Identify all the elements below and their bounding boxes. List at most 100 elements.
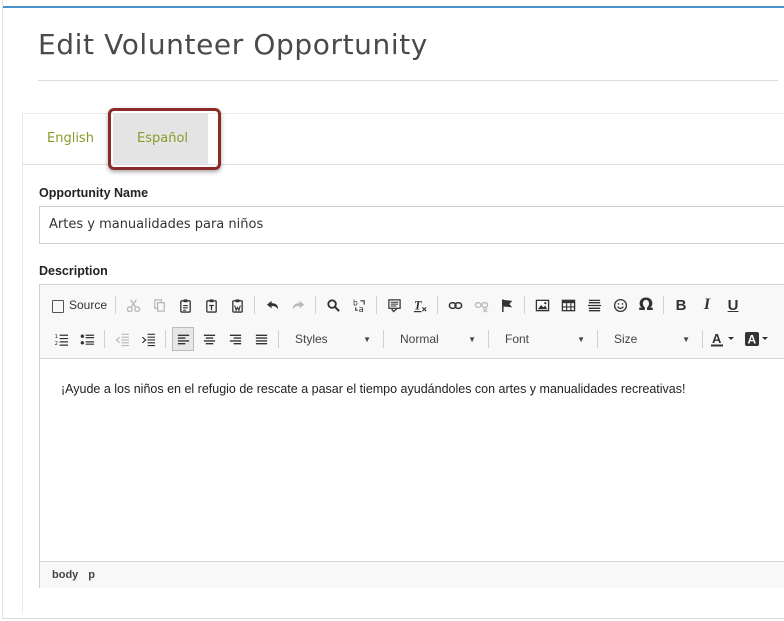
svg-text:T: T — [413, 298, 421, 312]
page-title: Edit Volunteer Opportunity — [38, 28, 428, 61]
table-icon — [561, 299, 575, 311]
flag-icon — [501, 298, 512, 312]
copy-button[interactable] — [148, 293, 170, 317]
element-path-body[interactable]: body — [52, 569, 78, 581]
chevron-down-icon: ▼ — [363, 334, 371, 344]
unlink-icon — [474, 301, 488, 312]
find-button[interactable] — [322, 293, 344, 317]
horizontal-rule-icon — [587, 299, 601, 311]
unlink-button[interactable] — [470, 293, 492, 317]
svg-text:1: 1 — [54, 334, 58, 340]
toolbar-separator — [254, 296, 256, 314]
search-icon — [326, 298, 340, 312]
text-color-icon: A — [711, 331, 734, 347]
clipboard-icon — [179, 298, 191, 313]
source-button-label: Source — [69, 298, 108, 312]
size-dropdown[interactable]: Size ▼ — [604, 327, 696, 351]
toolbar-separator — [115, 296, 117, 314]
replace-icon: ba — [352, 298, 365, 313]
toolbar-separator — [278, 330, 279, 348]
align-center-icon — [203, 334, 215, 344]
styles-dropdown-label: Styles — [295, 332, 328, 346]
bulleted-list-button[interactable] — [76, 327, 98, 351]
paste-text-icon — [205, 298, 217, 313]
paste-word-button[interactable] — [226, 293, 248, 317]
opportunity-name-input[interactable]: Artes y manualidades para niños — [39, 206, 784, 244]
spellcheck-button[interactable] — [383, 293, 405, 317]
bold-button[interactable]: B — [670, 293, 692, 317]
align-right-icon — [229, 334, 241, 344]
outdent-button[interactable] — [111, 327, 133, 351]
horizontal-rule-button[interactable] — [583, 293, 605, 317]
opportunity-name-label: Opportunity Name — [39, 186, 149, 200]
toolbar-separator — [315, 296, 317, 314]
chevron-down-icon: ▼ — [682, 334, 690, 344]
editor-toolbar: Source b a T Ω B I U 1 2 Styles ▼ Normal… — [40, 285, 784, 359]
justify-button[interactable] — [250, 327, 272, 351]
format-dropdown[interactable]: Normal ▼ — [390, 327, 482, 351]
source-icon — [52, 299, 64, 313]
tab-highlight-annotation — [108, 108, 221, 170]
element-path-p[interactable]: p — [88, 569, 95, 581]
align-right-button[interactable] — [224, 327, 246, 351]
outdent-icon — [114, 333, 129, 346]
svg-text:b: b — [352, 298, 357, 307]
justify-icon — [255, 334, 267, 344]
indent-icon — [141, 333, 155, 346]
editor-status-bar: body p — [40, 561, 784, 588]
toolbar-separator — [488, 330, 489, 348]
editor-content-area[interactable]: ¡Ayude a los niños en el refugio de resc… — [40, 360, 784, 560]
underline-button[interactable]: U — [722, 293, 744, 317]
description-label: Description — [39, 264, 108, 278]
image-button[interactable] — [531, 293, 553, 317]
svg-text:2: 2 — [54, 341, 58, 347]
anchor-button[interactable] — [496, 293, 518, 317]
background-color-button[interactable]: A — [743, 327, 773, 351]
cut-button[interactable] — [122, 293, 144, 317]
indent-button[interactable] — [137, 327, 159, 351]
toolbar-separator — [383, 330, 384, 348]
toolbar-row-1: Source b a T Ω B I U — [50, 292, 748, 318]
redo-icon — [292, 300, 304, 309]
text-color-button[interactable]: A — [709, 327, 739, 351]
remove-format-button[interactable]: T — [409, 293, 431, 317]
replace-button[interactable]: ba — [348, 293, 370, 317]
source-button[interactable]: Source — [50, 293, 109, 317]
image-icon — [535, 299, 549, 311]
toolbar-separator — [104, 330, 105, 348]
toolbar-separator — [597, 330, 598, 348]
redo-button[interactable] — [287, 293, 309, 317]
align-left-icon — [177, 334, 189, 344]
align-center-button[interactable] — [198, 327, 220, 351]
toolbar-row-2: 12 Styles ▼ Normal ▼ Font ▼ Size ▼ A A — [50, 326, 777, 352]
font-dropdown-label: Font — [505, 332, 530, 346]
table-button[interactable] — [557, 293, 579, 317]
paste-button[interactable] — [174, 293, 196, 317]
clear-format-icon: T — [413, 298, 427, 312]
italic-button[interactable]: I — [696, 293, 718, 317]
link-button[interactable] — [444, 293, 466, 317]
smiley-button[interactable] — [609, 293, 631, 317]
numbered-list-icon: 12 — [54, 334, 68, 347]
toolbar-separator — [376, 296, 378, 314]
toolbar-separator — [165, 330, 166, 348]
description-text: ¡Ayude a los niños en el refugio de resc… — [61, 382, 686, 396]
special-char-button[interactable]: Ω — [635, 293, 657, 317]
numbered-list-button[interactable]: 12 — [50, 327, 72, 351]
undo-button[interactable] — [261, 293, 283, 317]
format-dropdown-label: Normal — [400, 332, 439, 346]
svg-text:A: A — [712, 331, 722, 346]
link-icon — [448, 301, 462, 309]
undo-icon — [266, 300, 278, 309]
size-dropdown-label: Size — [614, 332, 638, 346]
toolbar-separator — [524, 296, 526, 314]
font-dropdown[interactable]: Font ▼ — [495, 327, 591, 351]
align-left-button[interactable] — [172, 327, 194, 351]
styles-dropdown[interactable]: Styles ▼ — [285, 327, 377, 351]
toolbar-separator — [702, 330, 703, 348]
paste-text-button[interactable] — [200, 293, 222, 317]
spellcheck-icon — [387, 298, 401, 313]
smiley-icon — [613, 298, 627, 312]
tab-english[interactable]: English — [47, 131, 94, 146]
background-color-icon: A — [745, 332, 768, 347]
